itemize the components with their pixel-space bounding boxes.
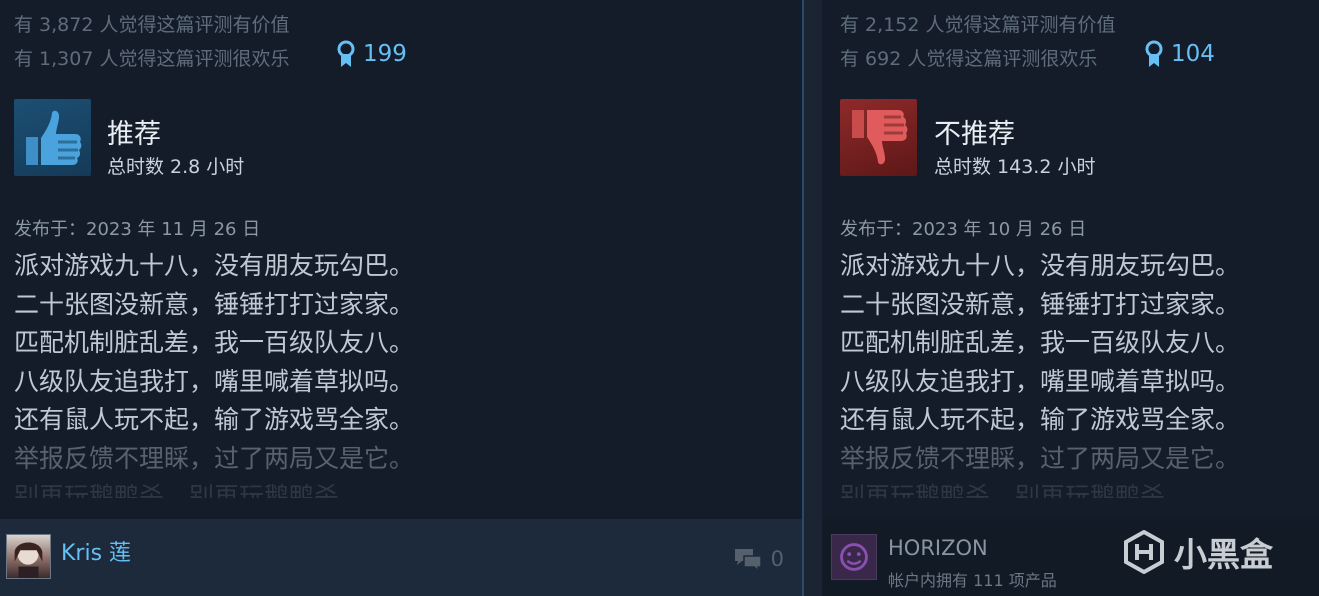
award-ribbon-icon	[1145, 40, 1163, 67]
award-badge[interactable]: 199	[336, 40, 407, 68]
username-link[interactable]: HORIZON	[888, 536, 988, 560]
review-line: 八级队友追我打，嘴里喊着草拟吗。	[14, 366, 415, 396]
comment-count-button[interactable]: 0	[733, 546, 784, 572]
column-gap	[804, 0, 822, 596]
award-badge[interactable]: 104	[1144, 40, 1215, 68]
helpful-count-text: 有 3,872 人觉得这篇评测有价值	[14, 14, 290, 36]
avatar-image	[14, 542, 43, 578]
avatar[interactable]	[6, 534, 51, 579]
xiaoheihe-logo-icon	[1124, 530, 1164, 574]
thumbs-down-icon	[852, 110, 908, 165]
review-card-recommended: 有 3,872 人觉得这篇评测有价值 有 1,307 人觉得这篇评测很欢乐 19…	[0, 0, 802, 596]
award-count: 104	[1171, 41, 1215, 67]
helpful-count-text: 有 2,152 人觉得这篇评测有价值	[840, 14, 1116, 36]
posted-date: 发布于：2023 年 11 月 26 日	[14, 219, 261, 240]
xiaoheihe-watermark: 小黑盒	[1122, 528, 1273, 576]
review-line: 还有鼠人玩不起，输了游戏骂全家。	[14, 405, 415, 434]
review-line: 匹配机制脏乱差，我一百级队友八。	[840, 328, 1241, 357]
review-line-faded: 举报反馈不理睬，过了两局又是它。	[840, 443, 1241, 473]
review-line: 二十张图没新意，锤锤打打过家家。	[14, 289, 415, 319]
watermark-text: 小黑盒	[1174, 535, 1273, 574]
thumbs-up-icon	[26, 110, 82, 165]
playtime-text: 总时数 2.8 小时	[107, 156, 245, 178]
award-count: 199	[363, 41, 407, 67]
recommend-thumb-box[interactable]	[14, 99, 91, 176]
review-footer: Kris 莲 0	[0, 519, 802, 596]
review-line: 派对游戏九十八，没有朋友玩勾巴。	[14, 251, 415, 280]
review-line-faded: 别再玩鹅鸭杀，别再玩鹅鸭杀。	[14, 482, 365, 498]
review-line: 派对游戏九十八，没有朋友玩勾巴。	[840, 251, 1241, 280]
posted-date: 发布于：2023 年 10 月 26 日	[840, 219, 1087, 240]
comment-count: 0	[770, 547, 784, 571]
review-line-faded: 举报反馈不理睬，过了两局又是它。	[14, 443, 415, 473]
playtime-text: 总时数 143.2 小时	[934, 156, 1096, 178]
not-recommend-thumb-box[interactable]	[840, 99, 917, 176]
verdict-label: 不推荐	[934, 119, 1015, 150]
review-line: 八级队友追我打，嘴里喊着草拟吗。	[840, 366, 1241, 396]
avatar-image	[840, 543, 868, 571]
review-line: 二十张图没新意，锤锤打打过家家。	[840, 289, 1241, 319]
review-text: 派对游戏九十八，没有朋友玩勾巴。 二十张图没新意，锤锤打打过家家。 匹配机制脏乱…	[840, 247, 1240, 498]
comment-bubbles-icon	[734, 549, 762, 572]
products-owned-text: 帐户内拥有 111 项产品	[888, 571, 1057, 590]
funny-count-text: 有 692 人觉得这篇评测很欢乐	[840, 48, 1098, 70]
avatar[interactable]	[831, 534, 877, 580]
review-line: 匹配机制脏乱差，我一百级队友八。	[14, 328, 415, 357]
username-link[interactable]: Kris 莲	[61, 535, 131, 567]
review-line: 还有鼠人玩不起，输了游戏骂全家。	[840, 405, 1241, 434]
review-card-not-recommended: 有 2,152 人觉得这篇评测有价值 有 692 人觉得这篇评测很欢乐 104 …	[822, 0, 1319, 596]
review-line-faded: 别再玩鹅鸭杀，别再玩鹅鸭杀。	[840, 482, 1191, 498]
verdict-label: 推荐	[107, 119, 161, 150]
award-ribbon-icon	[337, 40, 355, 67]
funny-count-text: 有 1,307 人觉得这篇评测很欢乐	[14, 48, 290, 70]
review-text: 派对游戏九十八，没有朋友玩勾巴。 二十张图没新意，锤锤打打过家家。 匹配机制脏乱…	[14, 247, 414, 498]
